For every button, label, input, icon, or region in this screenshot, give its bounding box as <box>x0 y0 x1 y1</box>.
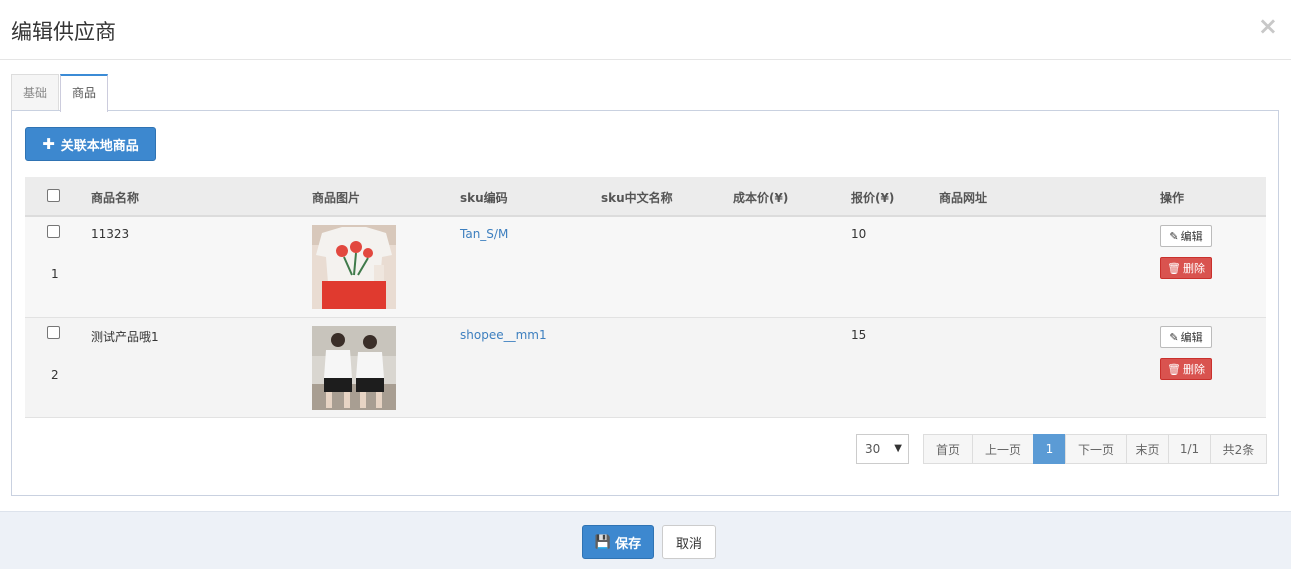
total-count: 共2条 <box>1210 434 1267 464</box>
chevron-down-icon: ▼ <box>894 443 902 454</box>
trash-icon: 🗑 <box>1167 362 1181 376</box>
quote-price: 10 <box>851 227 867 241</box>
quote-price: 15 <box>851 328 867 342</box>
next-page-button[interactable]: 下一页 <box>1065 434 1127 464</box>
table-row: 2 测试产品哦1 shopee__mm1 15 ✎ 编辑 🗑 删除 <box>25 318 1266 418</box>
edit-label: 编辑 <box>1180 230 1203 243</box>
edit-button[interactable]: ✎ 编辑 <box>1160 225 1212 247</box>
save-label: 保存 <box>615 536 642 552</box>
close-icon[interactable]: × <box>1258 14 1278 38</box>
header-actions: 操作 <box>1160 191 1185 205</box>
save-button[interactable]: 💾 保存 <box>582 525 654 559</box>
delete-label: 删除 <box>1182 262 1205 275</box>
delete-label: 删除 <box>1182 363 1205 376</box>
product-name: 11323 <box>91 227 130 241</box>
row-checkbox[interactable] <box>47 225 60 238</box>
header-product-url: 商品网址 <box>939 191 988 205</box>
edit-icon: ✎ <box>1169 229 1179 243</box>
tab-basic[interactable]: 基础 <box>11 74 60 111</box>
first-page-button[interactable]: 首页 <box>923 434 973 464</box>
header-sku-code: sku编码 <box>460 191 508 205</box>
products-table: 商品名称 商品图片 sku编码 sku中文名称 成本价(¥) 报价(¥) 商品网… <box>25 177 1266 418</box>
select-all-checkbox[interactable] <box>47 189 60 202</box>
delete-button[interactable]: 🗑 删除 <box>1160 257 1212 279</box>
plus-icon: ✚ <box>42 135 55 153</box>
trash-icon: 🗑 <box>1167 261 1181 275</box>
link-local-product-button[interactable]: ✚ 关联本地商品 <box>25 127 156 161</box>
dialog-footer: 💾 保存 取消 <box>0 511 1291 569</box>
table-header: 商品名称 商品图片 sku编码 sku中文名称 成本价(¥) 报价(¥) 商品网… <box>25 177 1266 217</box>
product-image[interactable] <box>312 225 396 309</box>
save-icon: 💾 <box>594 534 612 550</box>
link-local-product-label: 关联本地商品 <box>60 138 139 154</box>
dialog-title: 编辑供应商 <box>11 20 116 44</box>
tab-products[interactable]: 商品 <box>60 74 109 112</box>
product-image[interactable] <box>312 326 396 410</box>
dialog-header: 编辑供应商 × <box>0 0 1291 60</box>
delete-button[interactable]: 🗑 删除 <box>1160 358 1212 380</box>
row-checkbox[interactable] <box>47 326 60 339</box>
page-indicator: 1/1 <box>1168 434 1211 464</box>
pagination: 首页 上一页 1 下一页 末页 1/1 共2条 <box>923 434 1267 464</box>
header-sku-cn-name: sku中文名称 <box>601 191 673 205</box>
current-page-button[interactable]: 1 <box>1033 434 1066 464</box>
edit-supplier-dialog: 编辑供应商 × 基础 商品 ✚ 关联本地商品 商品名称 商品图片 sku编码 s… <box>0 0 1291 569</box>
product-name: 测试产品哦1 <box>91 330 159 344</box>
page-size-value: 30 <box>865 442 881 456</box>
last-page-button[interactable]: 末页 <box>1126 434 1169 464</box>
row-index: 1 <box>51 267 59 281</box>
table-row: 1 11323 Tan_S/M 10 ✎ 编辑 🗑 删除 <box>25 217 1266 318</box>
header-product-name: 商品名称 <box>91 191 140 205</box>
sku-code-link[interactable]: Tan_S/M <box>460 227 508 241</box>
page-size-select[interactable]: 30 ▼ <box>856 434 909 464</box>
header-quote-price: 报价(¥) <box>851 191 895 205</box>
prev-page-button[interactable]: 上一页 <box>972 434 1034 464</box>
row-index: 2 <box>51 368 59 382</box>
header-product-image: 商品图片 <box>312 191 361 205</box>
products-panel: ✚ 关联本地商品 商品名称 商品图片 sku编码 sku中文名称 成本价(¥) … <box>11 110 1279 496</box>
edit-label: 编辑 <box>1180 331 1203 344</box>
sku-code-link[interactable]: shopee__mm1 <box>460 328 547 342</box>
tab-bar: 基础 商品 <box>11 74 109 112</box>
edit-icon: ✎ <box>1169 330 1179 344</box>
cancel-button[interactable]: 取消 <box>662 525 716 559</box>
edit-button[interactable]: ✎ 编辑 <box>1160 326 1212 348</box>
header-cost-price: 成本价(¥) <box>733 191 789 205</box>
